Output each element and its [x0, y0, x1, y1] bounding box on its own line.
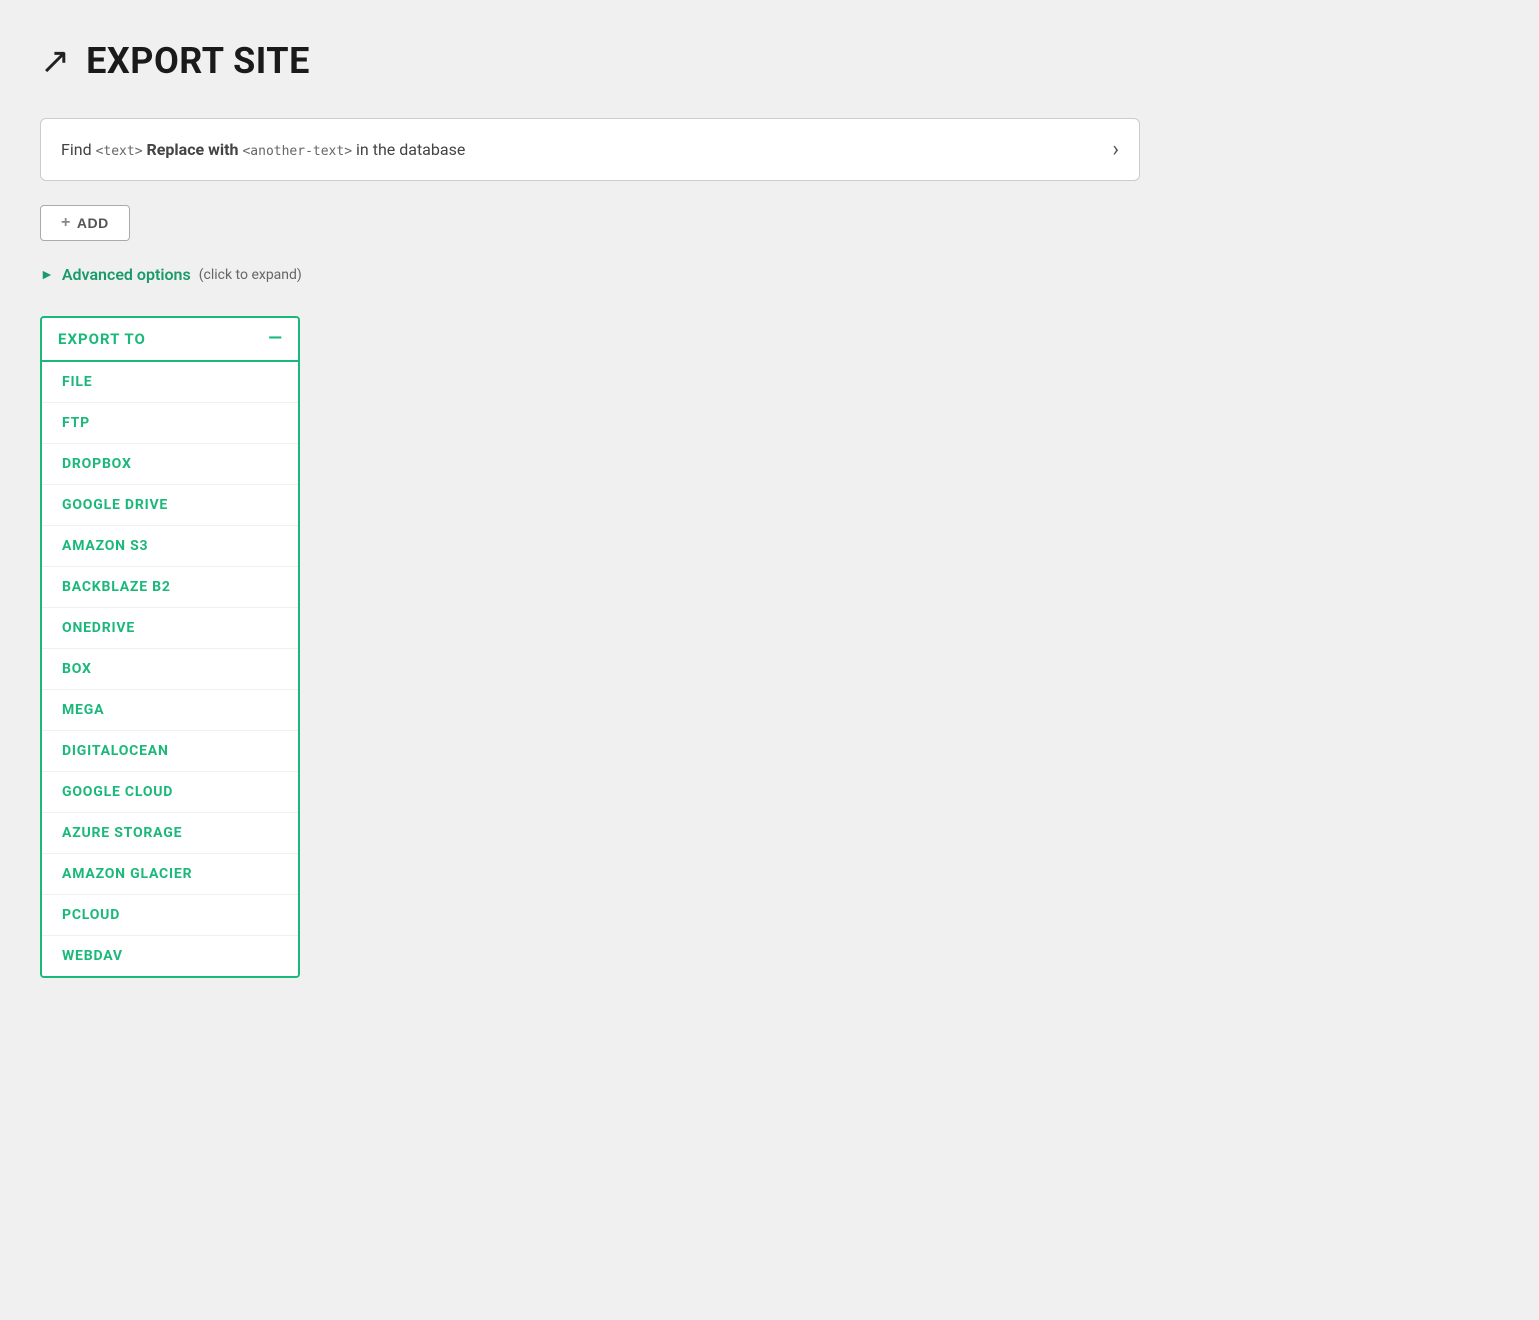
export-to-list-item[interactable]: FTP [42, 403, 298, 444]
page-title: EXPORT SITE [86, 40, 310, 82]
suffix-label: in the database [356, 140, 465, 159]
export-to-list-item[interactable]: AMAZON S3 [42, 526, 298, 567]
collapse-icon[interactable]: — [268, 330, 282, 348]
export-to-list-item[interactable]: DIGITALOCEAN [42, 731, 298, 772]
export-to-title: EXPORT TO [58, 330, 146, 348]
export-to-list-item[interactable]: WEBDAV [42, 936, 298, 976]
replace-placeholder: <another-text> [242, 144, 352, 159]
find-replace-chevron-icon[interactable]: › [1112, 137, 1119, 162]
replace-label: Replace with [147, 140, 239, 159]
advanced-options-row[interactable]: ► Advanced options (click to expand) [40, 265, 1499, 284]
export-to-list-item[interactable]: FILE [42, 362, 298, 403]
find-replace-bar: Find <text> Replace with <another-text> … [40, 118, 1140, 181]
export-to-list-item[interactable]: BOX [42, 649, 298, 690]
export-to-list-item[interactable]: ONEDRIVE [42, 608, 298, 649]
export-to-list-item[interactable]: PCLOUD [42, 895, 298, 936]
add-button[interactable]: + ADD [40, 205, 130, 241]
export-to-list-item[interactable]: AZURE STORAGE [42, 813, 298, 854]
export-to-list-item[interactable]: GOOGLE DRIVE [42, 485, 298, 526]
find-placeholder: <text> [96, 144, 143, 159]
add-button-label: ADD [77, 215, 109, 231]
export-to-list-item[interactable]: GOOGLE CLOUD [42, 772, 298, 813]
export-to-list-item[interactable]: BACKBLAZE B2 [42, 567, 298, 608]
export-to-list-item[interactable]: MEGA [42, 690, 298, 731]
advanced-options-label: Advanced options [62, 265, 191, 284]
export-to-list-item[interactable]: AMAZON GLACIER [42, 854, 298, 895]
advanced-arrow-icon: ► [40, 266, 54, 283]
export-to-panel: EXPORT TO — FILEFTPDROPBOXGOOGLE DRIVEAM… [40, 316, 300, 978]
page-header: ↗︎ EXPORT SITE [40, 40, 1499, 82]
export-to-list: FILEFTPDROPBOXGOOGLE DRIVEAMAZON S3BACKB… [42, 362, 298, 976]
add-icon: + [61, 214, 71, 232]
export-to-list-item[interactable]: DROPBOX [42, 444, 298, 485]
find-replace-text: Find <text> Replace with <another-text> … [61, 140, 465, 159]
advanced-options-hint: (click to expand) [199, 267, 302, 283]
export-to-header: EXPORT TO — [42, 318, 298, 362]
export-site-icon: ↗︎ [40, 40, 70, 82]
find-label: Find [61, 140, 92, 159]
